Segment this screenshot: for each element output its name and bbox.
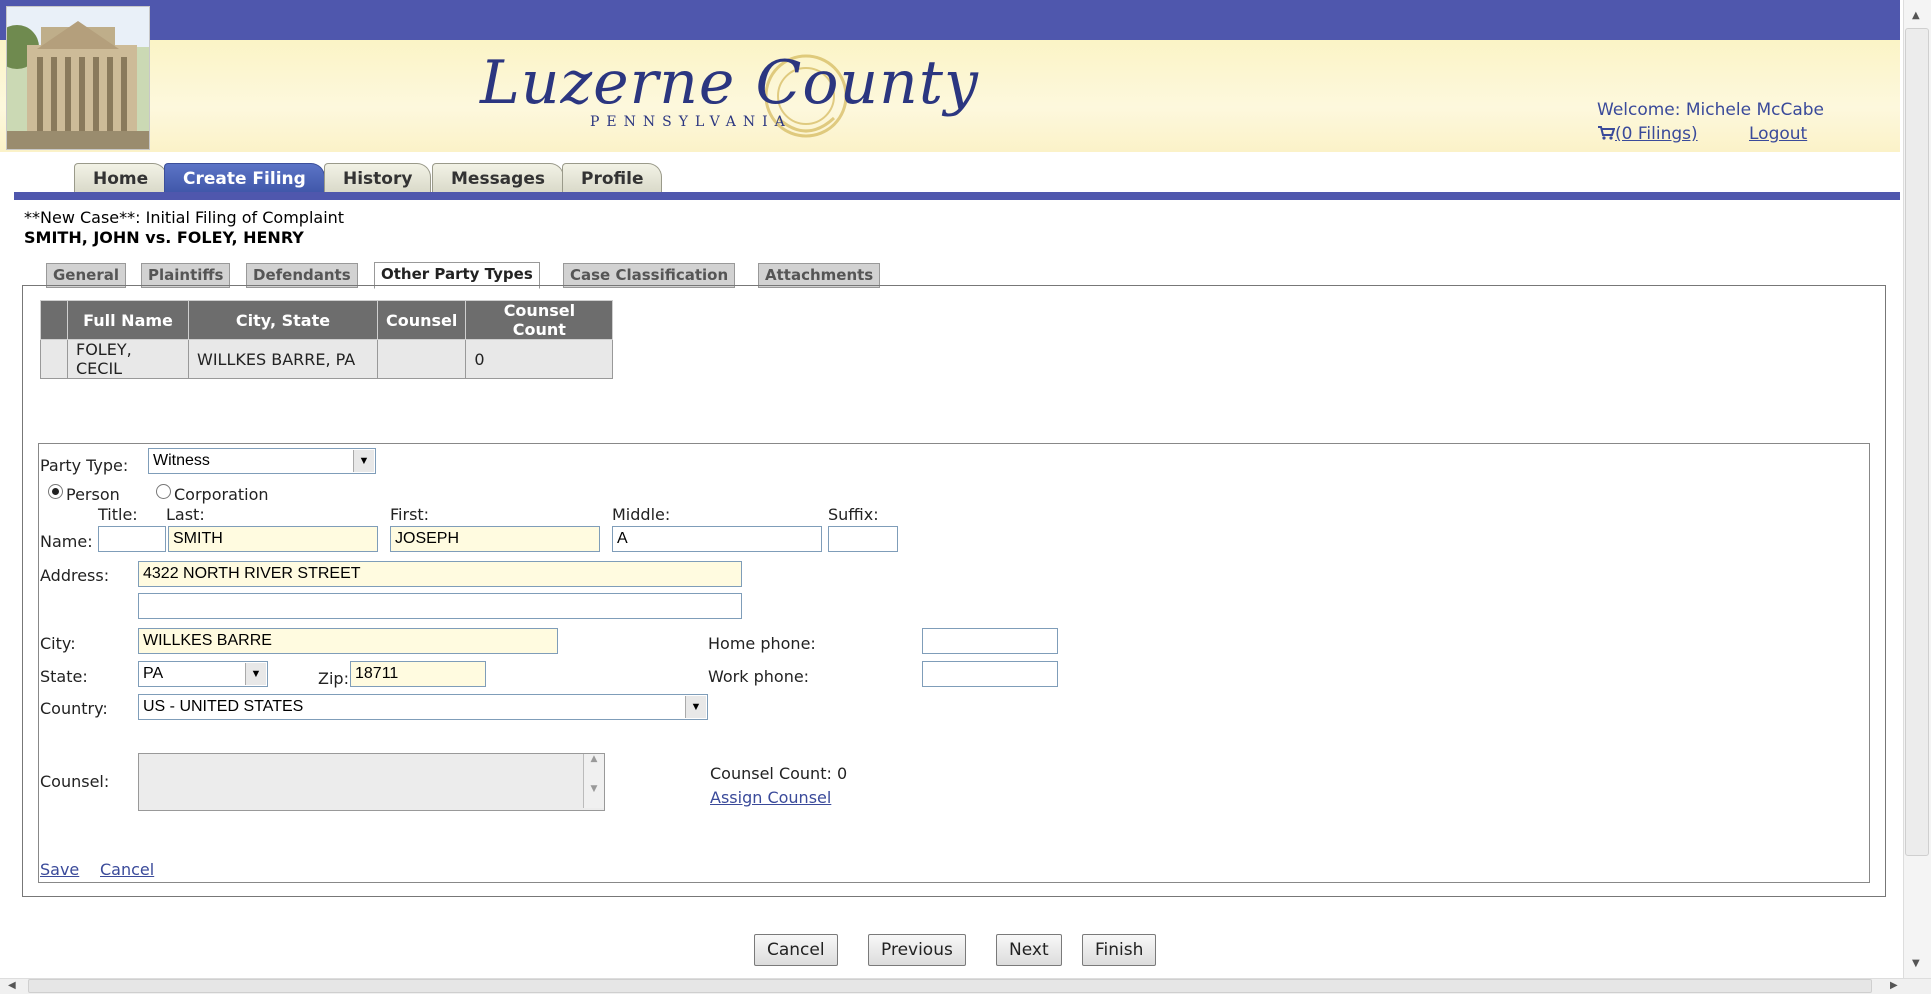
zip-label: Zip: [318, 669, 349, 688]
logout-link[interactable]: Logout [1749, 124, 1807, 144]
country-label: Country: [40, 699, 108, 718]
cancel-button[interactable]: Cancel [754, 934, 838, 966]
work-phone-label: Work phone: [708, 667, 810, 686]
shopping-cart-icon [1598, 126, 1616, 140]
scroll-down-icon[interactable]: ▼ [1912, 958, 1920, 969]
address-label: Address: [40, 566, 110, 585]
counsel-count-text: Counsel Count: 0 [710, 764, 848, 783]
person-radio[interactable] [48, 484, 63, 499]
suffix-field[interactable] [828, 526, 898, 552]
previous-button[interactable]: Previous [868, 934, 966, 966]
title-field[interactable] [98, 526, 166, 552]
scroll-up-icon[interactable]: ▲ [584, 754, 604, 764]
city-field[interactable]: WILLKES BARRE [138, 628, 558, 654]
row-selector-header [40, 300, 68, 340]
form-cancel-link[interactable]: Cancel [100, 860, 154, 879]
header-band [0, 0, 1900, 40]
courthouse-image [6, 6, 150, 150]
last-name-field[interactable]: SMITH [168, 526, 378, 552]
corporation-label: Corporation [174, 485, 269, 504]
case-parties: SMITH, JOHN vs. FOLEY, HENRY [24, 228, 304, 247]
case-title: **New Case**: Initial Filing of Complain… [24, 208, 345, 227]
col-city-state: City, State [188, 300, 378, 340]
tab-home[interactable]: Home [74, 163, 168, 194]
address-line-1-field[interactable]: 4322 NORTH RIVER STREET [138, 561, 742, 587]
work-phone-field[interactable] [922, 661, 1058, 687]
state-value: PA [143, 665, 164, 682]
logo-title: Luzerne County [480, 48, 979, 118]
chevron-down-icon[interactable]: ▼ [353, 450, 374, 472]
home-phone-field[interactable] [922, 628, 1058, 654]
horizontal-scroll-thumb[interactable] [28, 979, 1872, 993]
col-counsel: Counsel [376, 300, 467, 340]
scroll-down-icon[interactable]: ▼ [584, 784, 604, 794]
tab-create-filing[interactable]: Create Filing [164, 163, 325, 194]
save-link[interactable]: Save [40, 860, 79, 879]
last-label: Last: [166, 505, 205, 524]
scroll-right-icon[interactable]: ▶ [1890, 980, 1898, 991]
county-logo: Luzerne County PENNSYLVANIA [480, 48, 978, 148]
next-button[interactable]: Next [996, 934, 1062, 966]
state-label: State: [40, 667, 88, 686]
middle-label: Middle: [612, 505, 671, 524]
welcome-text: Welcome: Michele McCabe [1597, 100, 1825, 120]
cell-city-state: WILLKES BARRE, PA [188, 339, 378, 379]
state-select[interactable]: PA ▼ [138, 661, 268, 687]
nav-divider [14, 192, 1900, 200]
finish-button[interactable]: Finish [1082, 934, 1157, 966]
vertical-scroll-thumb[interactable] [1905, 28, 1929, 856]
cell-full-name: FOLEY, CECIL [67, 339, 189, 379]
country-select[interactable]: US - UNITED STATES ▼ [138, 694, 708, 720]
home-phone-label: Home phone: [708, 634, 816, 653]
table-header-row: Full Name City, State Counsel Counsel Co… [40, 300, 614, 340]
cell-counsel-count: 0 [465, 339, 614, 379]
name-label: Name: [40, 532, 93, 551]
suffix-label: Suffix: [828, 505, 879, 524]
party-type-label: Party Type: [40, 456, 129, 475]
first-label: First: [390, 505, 430, 524]
party-type-value: Witness [153, 452, 210, 469]
table-row[interactable]: FOLEY, CECIL WILLKES BARRE, PA 0 [40, 339, 614, 379]
party-type-select[interactable]: Witness ▼ [148, 448, 376, 474]
first-name-field[interactable]: JOSEPH [390, 526, 600, 552]
counsel-label: Counsel: [40, 772, 110, 791]
address-line-2-field[interactable] [138, 593, 742, 619]
col-full-name: Full Name [67, 300, 189, 340]
cart-count-link[interactable]: (0 Filings) [1615, 124, 1698, 144]
city-label: City: [40, 634, 76, 653]
cart-link[interactable]: (0 Filings) [1597, 124, 1698, 144]
scroll-up-icon[interactable]: ▲ [1912, 10, 1920, 21]
chevron-down-icon[interactable]: ▼ [685, 696, 706, 718]
assign-counsel-link[interactable]: Assign Counsel [710, 788, 831, 807]
scroll-left-icon[interactable]: ◀ [8, 980, 16, 991]
row-selector[interactable] [40, 339, 68, 379]
party-table: Full Name City, State Counsel Counsel Co… [40, 300, 614, 379]
corporation-radio[interactable] [156, 484, 171, 499]
chevron-down-icon[interactable]: ▼ [245, 663, 266, 685]
counsel-list[interactable]: ▲ ▼ [138, 753, 605, 811]
country-value: US - UNITED STATES [143, 698, 304, 715]
col-counsel-count: Counsel Count [465, 300, 614, 340]
zip-field[interactable]: 18711 [350, 661, 486, 687]
middle-name-field[interactable]: A [612, 526, 822, 552]
tab-history[interactable]: History [324, 163, 432, 194]
tab-profile[interactable]: Profile [562, 163, 663, 194]
title-label: Title: [98, 505, 138, 524]
logo-subtitle: PENNSYLVANIA [590, 114, 792, 130]
tab-messages[interactable]: Messages [432, 163, 564, 194]
cell-counsel [376, 339, 467, 379]
counsel-scrollbar[interactable]: ▲ ▼ [583, 754, 604, 808]
person-label: Person [66, 485, 120, 504]
